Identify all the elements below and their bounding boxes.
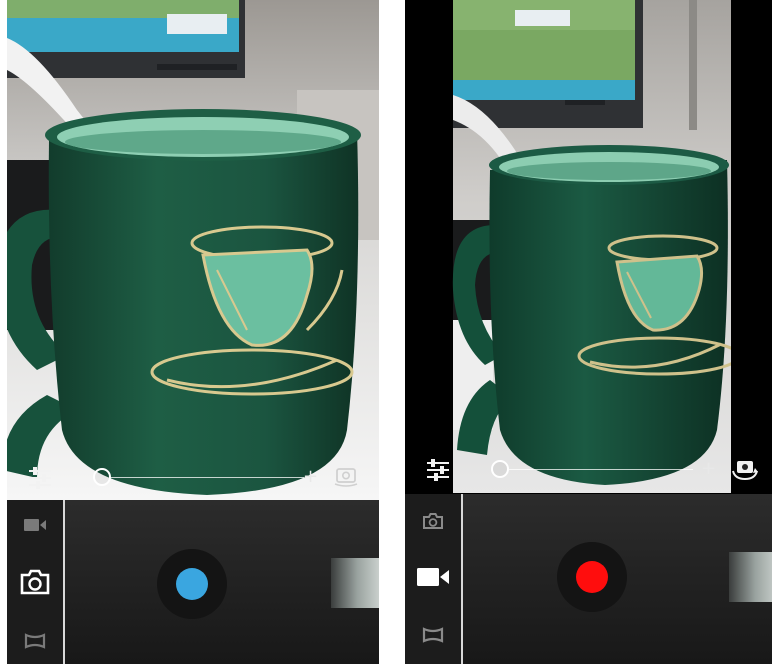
viewfinder-photo[interactable]: + bbox=[7, 0, 379, 500]
viewfinder-controls-photo: + bbox=[7, 450, 379, 500]
switch-camera-icon[interactable] bbox=[333, 465, 359, 487]
settings-sliders-icon[interactable] bbox=[425, 458, 451, 482]
capture-controls-photo bbox=[7, 500, 379, 664]
record-dot bbox=[576, 561, 608, 593]
zoom-in-plus[interactable]: + bbox=[701, 460, 716, 478]
viewfinder-scene-photo bbox=[7, 0, 379, 500]
video-mode-icon bbox=[417, 568, 449, 586]
last-capture-thumbnail[interactable] bbox=[729, 552, 772, 602]
capture-controls-video bbox=[405, 494, 772, 664]
mode-rail bbox=[7, 500, 63, 664]
last-capture-thumbnail[interactable] bbox=[331, 558, 379, 608]
video-mode-button[interactable] bbox=[413, 562, 453, 592]
zoom-in-plus[interactable]: + bbox=[303, 468, 318, 486]
zoom-knob[interactable] bbox=[491, 460, 509, 478]
camera-screen-photo-mode: + bbox=[7, 0, 379, 664]
camera-mode-icon bbox=[423, 513, 443, 529]
zoom-knob[interactable] bbox=[93, 468, 111, 486]
switch-camera-icon[interactable] bbox=[731, 457, 759, 481]
shutter-dot bbox=[176, 568, 208, 600]
video-mode-button[interactable] bbox=[15, 510, 55, 540]
zoom-track bbox=[509, 469, 693, 470]
panorama-mode-button[interactable] bbox=[15, 626, 55, 656]
mode-rail bbox=[405, 494, 461, 664]
viewfinder-controls-video: + bbox=[405, 450, 772, 500]
settings-sliders-icon[interactable] bbox=[27, 466, 53, 490]
video-mode-icon bbox=[24, 519, 46, 531]
viewfinder-video[interactable]: + bbox=[405, 0, 772, 500]
camera-screen-video-mode: + bbox=[405, 0, 772, 664]
mode-rail-divider bbox=[63, 500, 65, 664]
panorama-mode-icon bbox=[24, 633, 46, 649]
zoom-track bbox=[109, 477, 304, 478]
mode-rail-divider bbox=[461, 494, 463, 664]
camera-mode-button[interactable] bbox=[413, 506, 453, 536]
panorama-mode-button[interactable] bbox=[413, 620, 453, 650]
viewfinder-scene-video bbox=[405, 0, 772, 500]
panorama-mode-icon bbox=[422, 627, 444, 643]
camera-mode-button[interactable] bbox=[15, 567, 55, 597]
camera-mode-icon bbox=[20, 569, 50, 595]
record-button[interactable] bbox=[557, 542, 627, 612]
shutter-button[interactable] bbox=[157, 549, 227, 619]
